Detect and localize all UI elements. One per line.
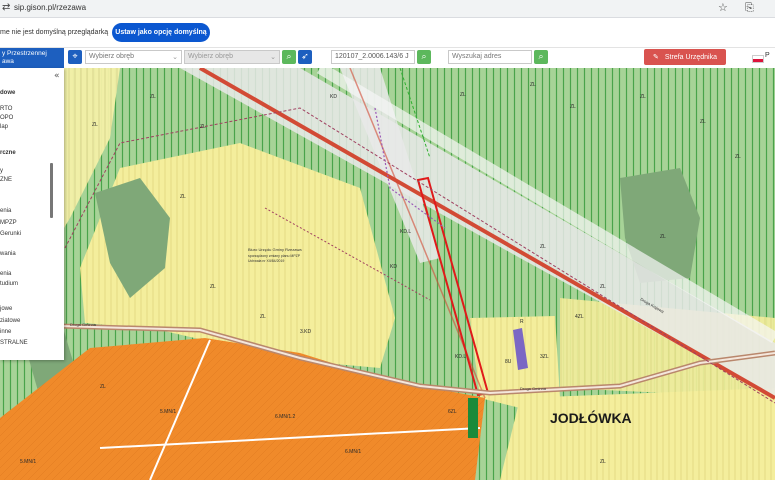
area-label: ZL [460,92,466,98]
area-label: 6ZL [448,409,457,415]
panel-item[interactable]: OPO [0,115,13,121]
area-label: 6.MN/1.2 [275,414,296,420]
app-title-line2: awa [2,58,14,65]
panel-item[interactable]: inne [0,329,11,335]
extensions-icon[interactable]: ⎘ [745,1,754,15]
obreb-select-2-text: Wybierz obręb [188,53,234,60]
obreb-select-2[interactable]: Wybierz obręb ⌄ [184,50,280,64]
default-browser-infobar: me nie jest domyślną przeglądarką Ustaw … [0,18,775,48]
road-label: Droga Gminna [70,322,97,327]
road-label: Droga Gminna [520,386,547,391]
obreb-select[interactable]: Wybierz obręb ⌄ [85,50,182,64]
panel-scrollbar[interactable] [50,163,53,218]
area-label: 5.MN/1 [160,409,176,415]
area-label: ZL [570,104,576,110]
panel-item[interactable]: enia [0,271,11,277]
area-label: KD [330,94,337,100]
area-label: 3.KD [300,329,312,335]
user-edit-icon: ✎ [652,53,659,61]
area-label: R [520,319,524,325]
app-toolbar: y Przestrzennej awa ⌖ Wybierz obręb ⌄ Wy… [0,48,775,68]
address-search-input[interactable]: Wyszukaj adres [448,50,532,64]
layers-panel: « dowe RTO OPO lap rczne y ZNE enia MPZP… [0,68,64,360]
set-default-button[interactable]: Ustaw jako opcję domyślną [112,23,210,42]
residential-yellow-zone [500,388,775,480]
panel-item[interactable]: y [0,168,3,174]
address-search-placeholder: Wyszukaj adres [452,53,502,60]
area-label: ZL [660,234,666,240]
panel-item[interactable]: jowe [0,306,12,312]
panel-item[interactable]: MPZP [0,220,17,226]
area-label: ZL [150,94,156,100]
chevron-down-icon: ⌄ [270,53,276,61]
polish-flag-icon[interactable] [752,55,764,63]
area-label: ZL [92,122,98,128]
chevron-down-icon: ⌄ [172,53,178,61]
map-canvas[interactable]: Biuro Urzędu Gminy Rzezawa sporządzony z… [0,68,775,480]
map-info-line2: Uchwała nr XII/84/2019 [248,259,284,263]
strefa-urzednika-label: Strefa Urzędnika [664,53,717,61]
zoning-map[interactable]: Biuro Urzędu Gminy Rzezawa sporządzony z… [0,68,775,480]
area-label: ZL [100,384,106,390]
bookmark-star-icon[interactable]: ☆ [718,1,728,14]
area-label: ZL [640,94,646,100]
panel-item[interactable]: RTO [0,106,12,112]
area-label: ZL [530,82,536,88]
area-label: KD.L [455,354,466,360]
address-search-icon[interactable]: ⌕ [534,50,548,64]
panel-item[interactable]: tudium [0,281,18,287]
strefa-urzednika-button[interactable]: ✎ Strefa Urzędnika [644,49,726,65]
parcel-search-input[interactable]: 120107_2.0006.143/6 J [331,50,415,64]
map-info-title: Biuro Urzędu Gminy Rzezawa [248,247,302,252]
panel-item[interactable]: Gerunki [0,231,21,237]
area-label: ZL [210,284,216,290]
url-text[interactable]: sip.gison.pl/rzezawa [14,3,86,12]
place-name-label: JODŁÓWKA [550,409,632,426]
area-label: 6.MN/1 [345,449,361,455]
app-title: y Przestrzennej awa [0,48,64,68]
area-label: ZL [700,119,706,125]
parcel-search-value: 120107_2.0006.143/6 J [335,53,409,60]
parcel-search-icon[interactable]: ⌕ [417,50,431,64]
panel-item[interactable]: STRALNE [0,340,28,346]
app-title-line1: y Przestrzennej [2,50,47,57]
area-label: ZL [260,314,266,320]
infobar-message: me nie jest domyślną przeglądarką [0,29,109,36]
area-label: ZL [600,284,606,290]
area-label: ZL [180,194,186,200]
panel-item[interactable]: ziatowe [0,318,20,324]
obreb-select-text: Wybierz obręb [89,53,135,60]
map-info-line1: sporządzony zmiany planu MPZP [248,254,301,258]
area-label: ZL [735,154,741,160]
search-icon[interactable]: ⌕ [282,50,296,64]
area-label: 5.MN/1 [20,459,36,465]
area-label: ZL [540,244,546,250]
language-label[interactable]: P [765,52,770,59]
area-label: 3ZL [540,354,549,360]
site-settings-icon[interactable]: ⇄ [2,2,10,13]
area-label: ZL [600,459,606,465]
area-label: 8U [505,359,512,365]
location-search-icon[interactable]: ⌖ [68,50,82,64]
area-label: KD.L [400,229,411,235]
area-label: 4ZL [575,314,584,320]
panel-item[interactable]: lap [0,124,8,130]
panel-group-header[interactable]: dowe [0,90,15,96]
locate-icon[interactable]: ➶ [298,50,312,64]
panel-item[interactable]: enia [0,208,11,214]
green-marker [468,398,478,438]
browser-address-bar: ⇄ sip.gison.pl/rzezawa ☆ ⎘ [0,0,775,18]
panel-item[interactable]: wania [0,251,16,257]
area-label: ZL [200,124,206,130]
area-label: KD [390,264,397,270]
collapse-panel-icon[interactable]: « [54,71,60,81]
panel-group-header[interactable]: rczne [0,150,16,156]
panel-item[interactable]: ZNE [0,177,12,183]
